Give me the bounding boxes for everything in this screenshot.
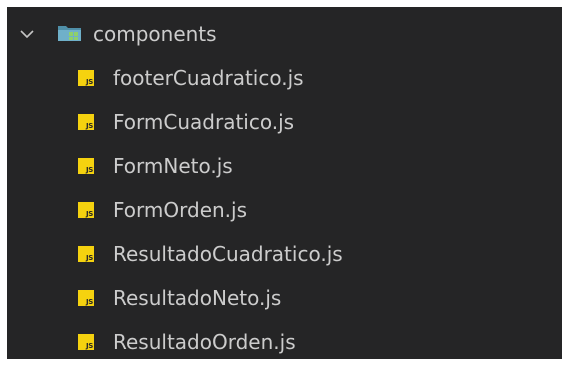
folder-label: components [93,22,217,46]
file-row[interactable]: JS ResultadoNeto.js [7,276,562,320]
file-row[interactable]: JS ResultadoOrden.js [7,320,562,359]
javascript-file-icon: JS [78,246,94,262]
file-label: FormOrden.js [113,198,248,222]
file-row[interactable]: JS footerCuadratico.js [7,56,562,100]
javascript-file-icon: JS [78,202,94,218]
file-row[interactable]: JS FormCuadratico.js [7,100,562,144]
javascript-file-icon: JS [78,70,94,86]
file-row[interactable]: JS ResultadoCuadratico.js [7,232,562,276]
file-row[interactable]: JS FormOrden.js [7,188,562,232]
javascript-file-icon: JS [78,114,94,130]
chevron-down-icon[interactable] [17,24,37,44]
file-label: FormCuadratico.js [113,110,295,134]
file-label: ResultadoCuadratico.js [113,242,343,266]
javascript-file-icon: JS [78,334,94,350]
file-label: ResultadoNeto.js [113,286,282,310]
folder-row-components[interactable]: components [7,12,562,56]
file-explorer-panel: components JS footerCuadratico.js JS For… [7,7,562,359]
javascript-file-icon: JS [78,158,94,174]
javascript-file-icon: JS [78,290,94,306]
folder-components-icon [58,26,81,41]
file-label: ResultadoOrden.js [113,330,296,354]
file-label: footerCuadratico.js [113,66,304,90]
file-row[interactable]: JS FormNeto.js [7,144,562,188]
file-label: FormNeto.js [113,154,233,178]
